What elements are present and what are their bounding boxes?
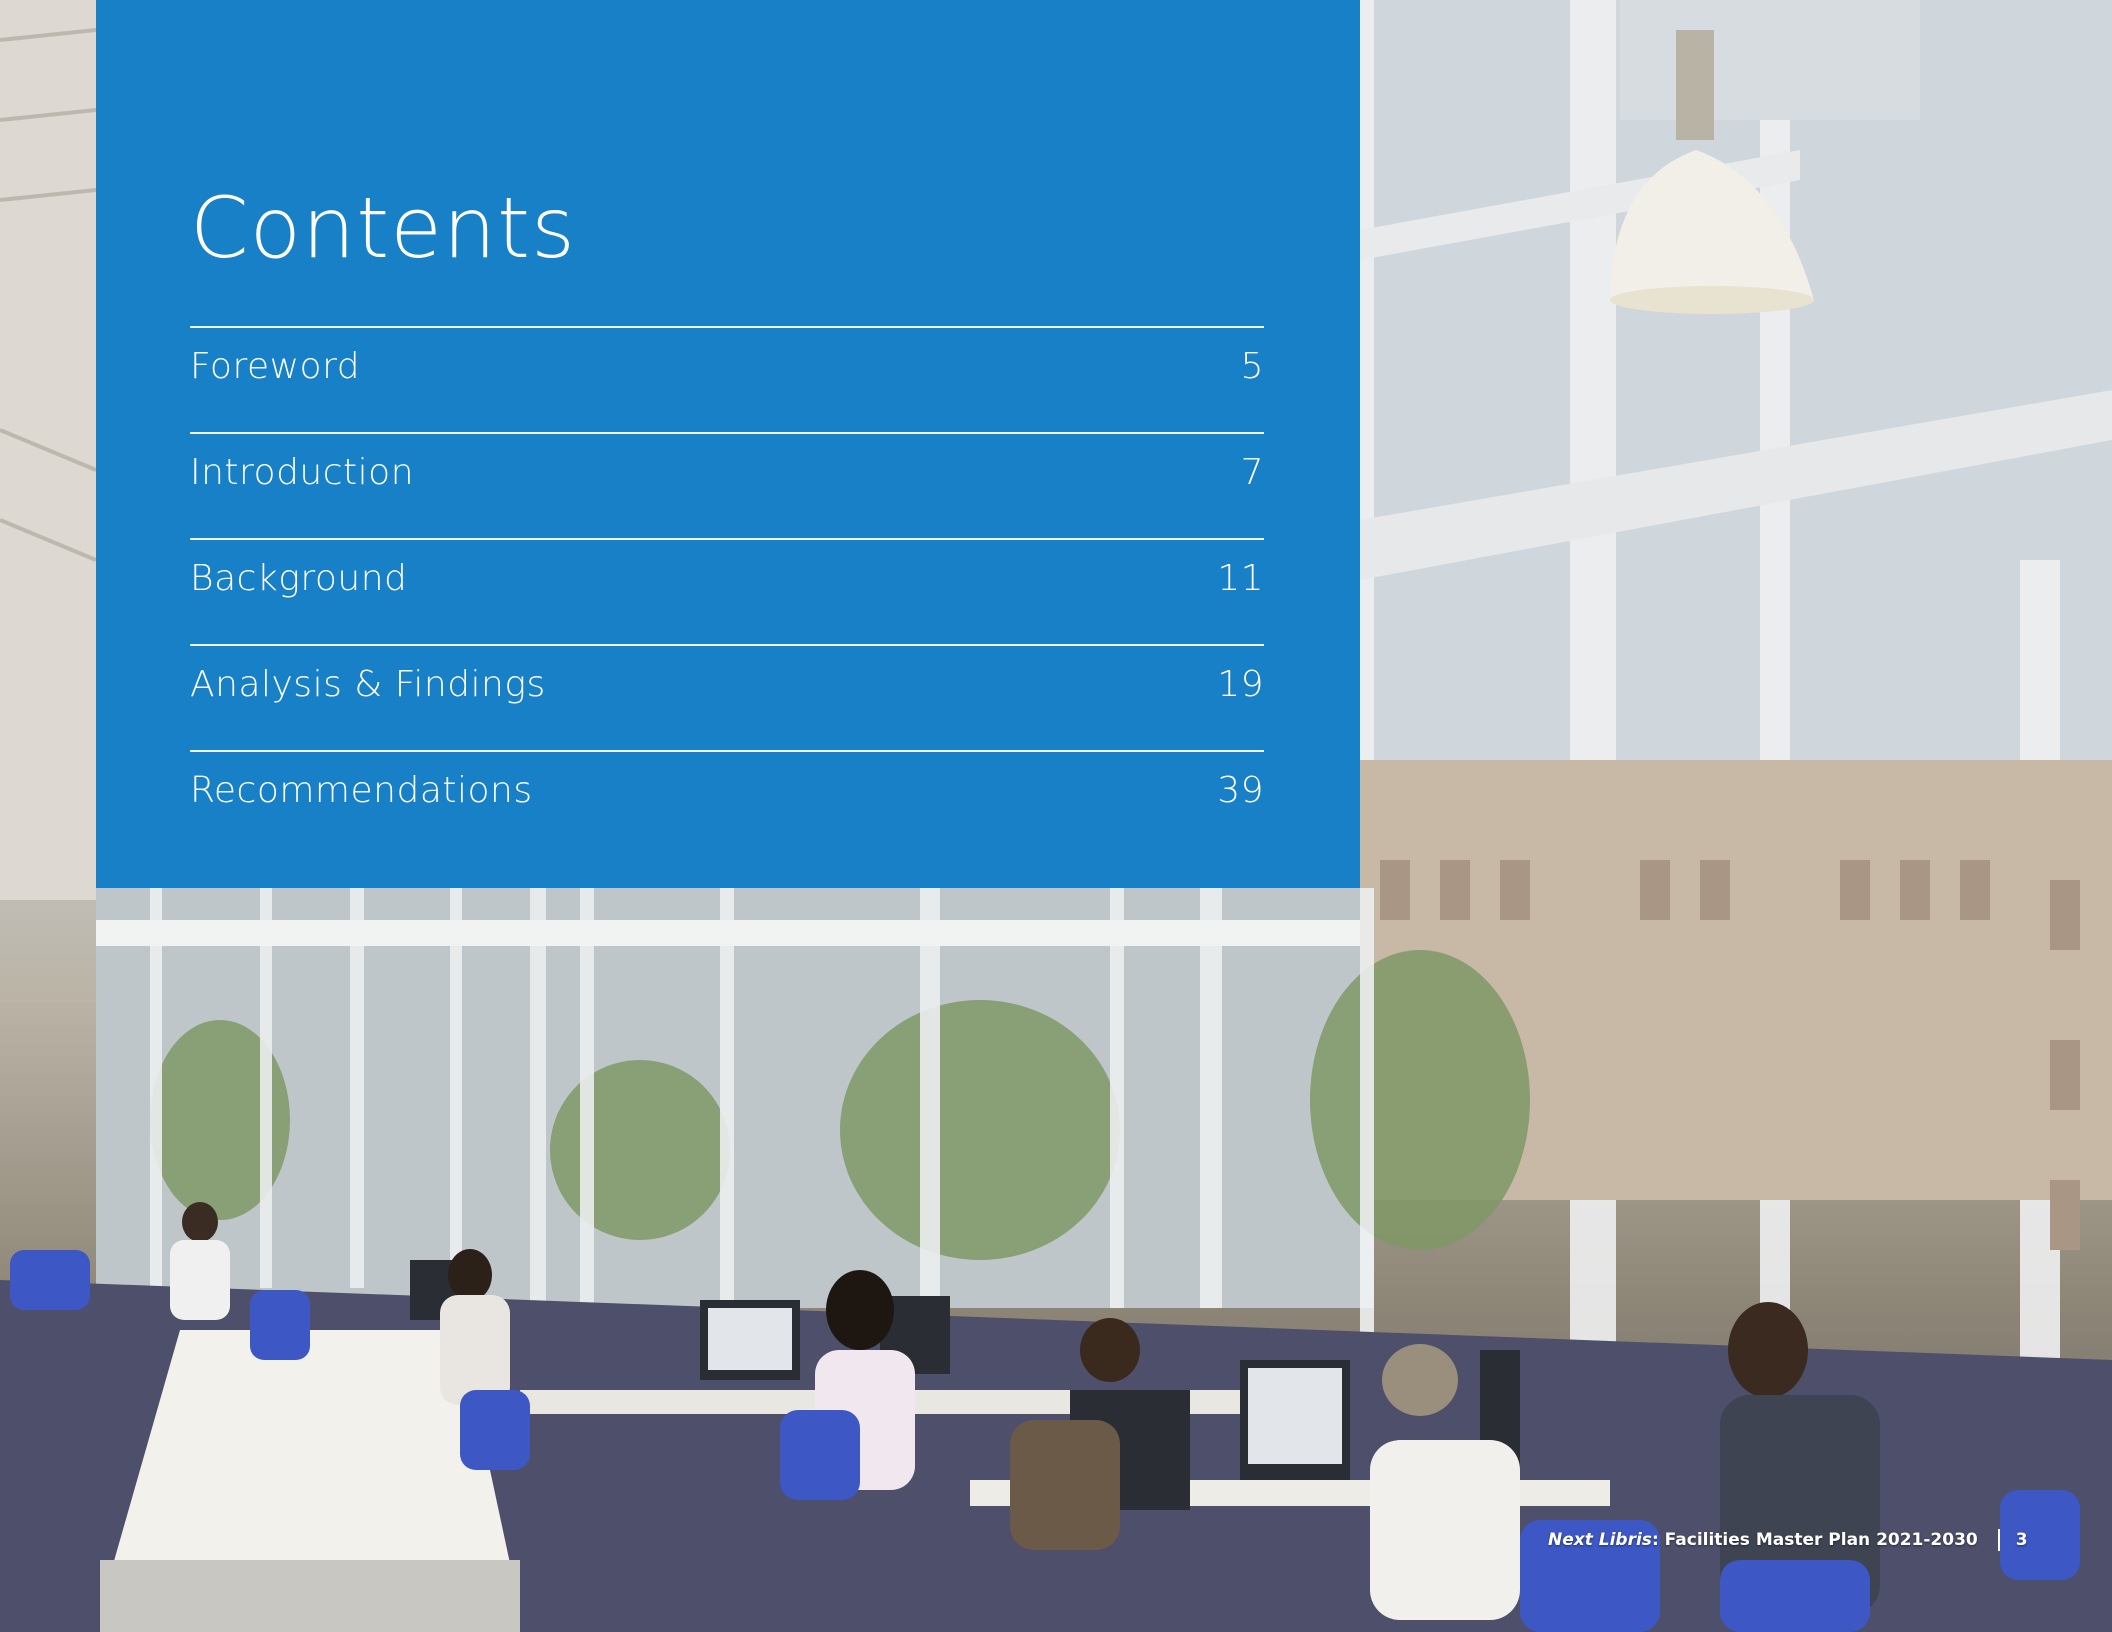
toc-entry-label: Recommendations <box>190 770 533 811</box>
footer-divider <box>1997 1529 2000 1551</box>
footer-title-rest: : Facilities Master Plan 2021-2030 <box>1651 1530 1978 1550</box>
footer-document-title: Next Libris: Facilities Master Plan 2021… <box>1548 1530 1978 1550</box>
toc-entry-label: Background <box>190 558 408 599</box>
toc-entry-background[interactable]: Background 11 <box>190 538 1264 644</box>
page-footer: Next Libris: Facilities Master Plan 2021… <box>1548 1526 2028 1554</box>
footer-title-italic: Next Libris <box>1548 1530 1652 1550</box>
toc-entry-label: Introduction <box>190 452 415 493</box>
toc-entry-introduction[interactable]: Introduction 7 <box>190 432 1264 538</box>
toc-entry-page: 39 <box>1217 770 1264 811</box>
contents-panel: Contents Foreword 5 Introduction 7 Backg… <box>96 0 1360 888</box>
toc-entry-page: 7 <box>1240 452 1264 493</box>
toc-entry-page: 11 <box>1217 558 1264 599</box>
contents-title: Contents <box>190 179 576 277</box>
footer-page-number: 3 <box>2015 1530 2028 1550</box>
toc-entry-label: Foreword <box>190 346 361 387</box>
toc-entry-analysis-findings[interactable]: Analysis & Findings 19 <box>190 644 1264 750</box>
toc-entry-label: Analysis & Findings <box>190 664 546 705</box>
toc-entry-recommendations[interactable]: Recommendations 39 <box>190 750 1264 856</box>
toc-entry-page: 19 <box>1217 664 1264 705</box>
table-of-contents: Foreword 5 Introduction 7 Background 11 … <box>190 326 1264 856</box>
toc-entry-foreword[interactable]: Foreword 5 <box>190 326 1264 432</box>
toc-entry-page: 5 <box>1240 346 1264 387</box>
